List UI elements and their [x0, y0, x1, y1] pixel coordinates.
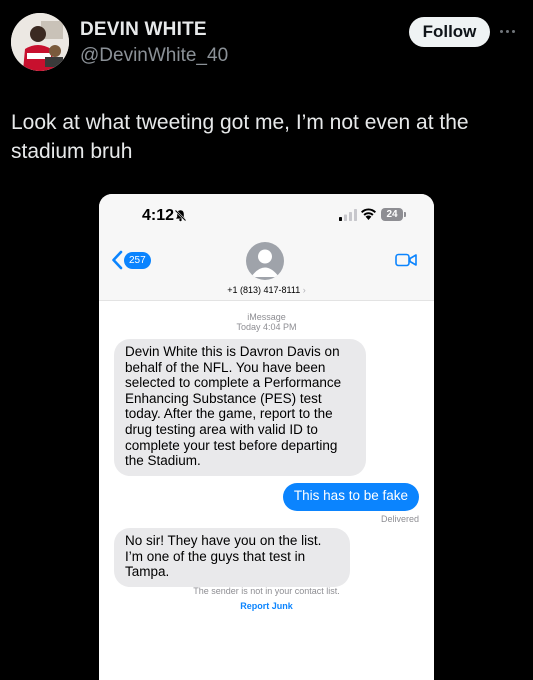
- chevron-right-icon: ›: [302, 285, 306, 295]
- message-bubble-incoming[interactable]: No sir! They have you on the list. I’m o…: [114, 528, 350, 587]
- service-label: iMessage: [247, 312, 286, 322]
- bell-slash-icon: [174, 209, 187, 222]
- more-dots-icon[interactable]: [500, 27, 524, 35]
- dot: [512, 29, 515, 33]
- cellular-signal-icon: [339, 209, 357, 221]
- message-bubble-outgoing[interactable]: This has to be fake: [282, 483, 419, 511]
- attached-screenshot[interactable]: 4:12 24 257 +1 (813) 417-8111 › iMessage…: [99, 194, 434, 680]
- video-camera-icon[interactable]: [395, 253, 417, 267]
- dot: [506, 29, 509, 33]
- profile-avatar[interactable]: [11, 13, 69, 71]
- battery-tip: [404, 212, 406, 217]
- user-handle[interactable]: @DevinWhite_40: [80, 45, 228, 67]
- delivered-status: Delivered: [380, 514, 419, 524]
- profile-photo: [11, 13, 69, 71]
- unread-count-badge: 257: [124, 252, 151, 269]
- display-name[interactable]: DEVIN WHITE: [80, 19, 207, 41]
- back-button[interactable]: 257: [111, 250, 151, 270]
- contact-avatar[interactable]: [246, 242, 284, 280]
- unknown-sender-notice: The sender is not in your contact list.: [193, 586, 340, 596]
- follow-button[interactable]: Follow: [409, 17, 490, 47]
- tweet-text: Look at what tweeting got me, I’m not ev…: [11, 111, 469, 163]
- status-time: 4:12: [142, 207, 175, 224]
- report-junk-link[interactable]: Report Junk: [99, 601, 434, 611]
- message-timestamp: Today 4:04 PM: [236, 322, 297, 332]
- contact-number-text: +1 (813) 417-8111: [227, 285, 301, 295]
- wifi-icon: [361, 208, 376, 220]
- message-bubble-incoming[interactable]: Devin White this is Davron Davis on beha…: [114, 339, 366, 476]
- chevron-left-icon: [112, 250, 123, 270]
- contact-number[interactable]: +1 (813) 417-8111 ›: [99, 285, 434, 295]
- person-icon: [251, 249, 279, 277]
- battery-indicator: 24: [381, 208, 403, 221]
- dot: [500, 29, 503, 33]
